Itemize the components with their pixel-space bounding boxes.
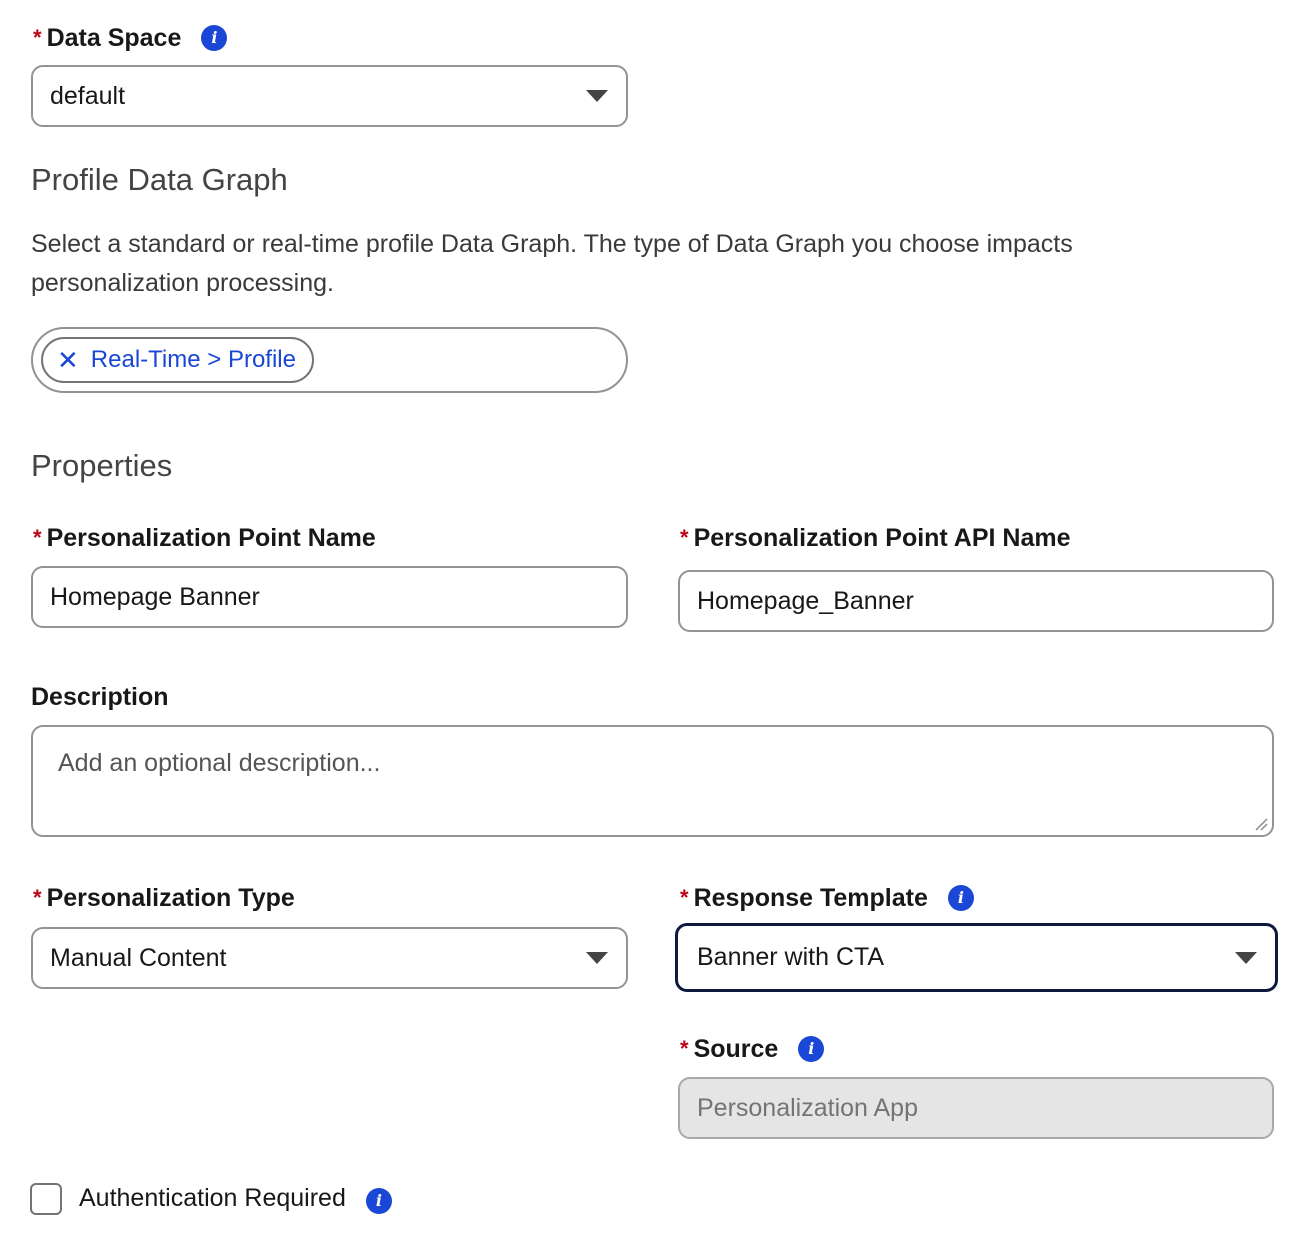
source-label: * Source i	[680, 1031, 825, 1067]
authentication-label-text: Authentication Required	[79, 1183, 346, 1212]
description-textarea[interactable]: Add an optional description...	[31, 725, 1274, 837]
info-icon[interactable]: i	[201, 25, 228, 51]
authentication-label: Authentication Required i	[79, 1180, 392, 1216]
response-template-label-text: Response Template	[693, 883, 928, 912]
profile-data-graph-help: Select a standard or real-time profile D…	[31, 230, 1073, 297]
response-template-value: Banner with CTA	[697, 943, 885, 971]
response-template-label: * Response Template i	[680, 880, 974, 916]
info-icon[interactable]: i	[798, 1036, 825, 1062]
point-name-label-text: Personalization Point Name	[46, 523, 376, 552]
resize-handle-icon[interactable]	[1254, 817, 1268, 831]
authentication-checkbox[interactable]	[30, 1183, 62, 1215]
personalization-type-value: Manual Content	[50, 943, 227, 972]
chevron-down-icon	[1235, 951, 1257, 964]
point-name-label: * Personalization Point Name	[33, 520, 376, 556]
point-name-value: Homepage Banner	[50, 582, 260, 611]
properties-heading: Properties	[31, 448, 173, 483]
data-graph-pill[interactable]: ✕ Real-Time > Profile	[41, 337, 314, 383]
personalization-type-label: * Personalization Type	[33, 880, 295, 916]
required-mark: *	[33, 885, 42, 910]
data-graph-combobox[interactable]: ✕ Real-Time > Profile	[31, 327, 628, 393]
chevron-down-icon	[586, 952, 608, 964]
description-placeholder: Add an optional description...	[58, 749, 381, 777]
description-label-text: Description	[31, 682, 169, 711]
source-value: Personalization App	[697, 1093, 918, 1122]
required-mark: *	[33, 525, 42, 550]
required-mark: *	[33, 25, 42, 50]
response-template-select[interactable]: Banner with CTA	[675, 923, 1278, 992]
api-name-input[interactable]: Homepage_Banner	[678, 570, 1274, 632]
data-space-select[interactable]: default	[31, 65, 628, 127]
source-label-text: Source	[693, 1034, 779, 1063]
api-name-label: * Personalization Point API Name	[680, 520, 1071, 556]
chevron-down-icon	[586, 90, 608, 102]
personalization-type-select[interactable]: Manual Content	[31, 927, 628, 989]
info-icon[interactable]: i	[947, 885, 974, 911]
profile-data-graph-heading: Profile Data Graph	[31, 162, 288, 197]
data-space-label-text: Data Space	[46, 23, 182, 52]
data-space-label: * Data Space i	[33, 20, 228, 56]
required-mark: *	[680, 525, 689, 550]
info-icon[interactable]: i	[365, 1188, 392, 1214]
source-input: Personalization App	[678, 1077, 1274, 1139]
data-space-value: default	[50, 81, 126, 110]
point-name-input[interactable]: Homepage Banner	[31, 566, 628, 628]
personalization-type-label-text: Personalization Type	[46, 883, 295, 912]
required-mark: *	[680, 885, 689, 910]
api-name-label-text: Personalization Point API Name	[693, 523, 1071, 552]
description-label: Description	[31, 679, 169, 715]
data-graph-pill-label: Real-Time > Profile	[90, 346, 296, 373]
required-mark: *	[680, 1036, 689, 1061]
api-name-value: Homepage_Banner	[697, 586, 914, 615]
close-icon[interactable]: ✕	[57, 345, 79, 376]
